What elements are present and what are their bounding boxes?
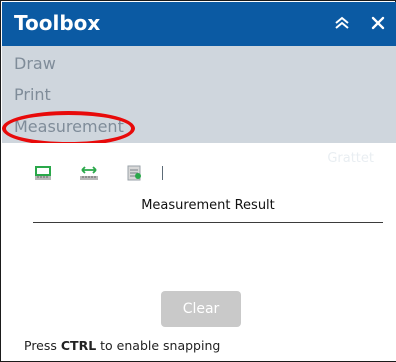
measure-location-icon[interactable] xyxy=(124,163,146,183)
collapse-chevrons-icon[interactable] xyxy=(332,13,352,33)
panel-title: Toolbox xyxy=(14,11,101,35)
header-controls xyxy=(332,13,388,33)
menu-item-print[interactable]: Print xyxy=(14,85,51,105)
measurement-panel: Grattet Measurement Result Clear Press C… xyxy=(2,143,396,361)
highlight-ellipse xyxy=(2,111,135,146)
toolbox-header: Toolbox xyxy=(2,2,396,46)
measurement-result-label: Measurement Result xyxy=(141,198,275,213)
measure-distance-icon[interactable] xyxy=(78,163,100,183)
result-divider xyxy=(33,222,383,223)
clear-button[interactable]: Clear xyxy=(161,291,241,327)
menu-item-draw[interactable]: Draw xyxy=(14,54,56,74)
hint-text-after: to enable snapping xyxy=(96,338,221,353)
snapping-hint: Press CTRL to enable snapping xyxy=(24,338,220,353)
measure-area-icon[interactable] xyxy=(32,163,54,183)
toolbox-panel: Toolbox Draw Print Measurement Grattet M… xyxy=(0,0,396,362)
hint-text-before: Press xyxy=(24,338,61,353)
hint-key: CTRL xyxy=(60,338,97,353)
map-label: Grattet xyxy=(327,151,374,166)
toolbar-separator xyxy=(162,166,163,180)
measurement-tools xyxy=(32,163,163,183)
close-icon[interactable] xyxy=(368,13,388,33)
